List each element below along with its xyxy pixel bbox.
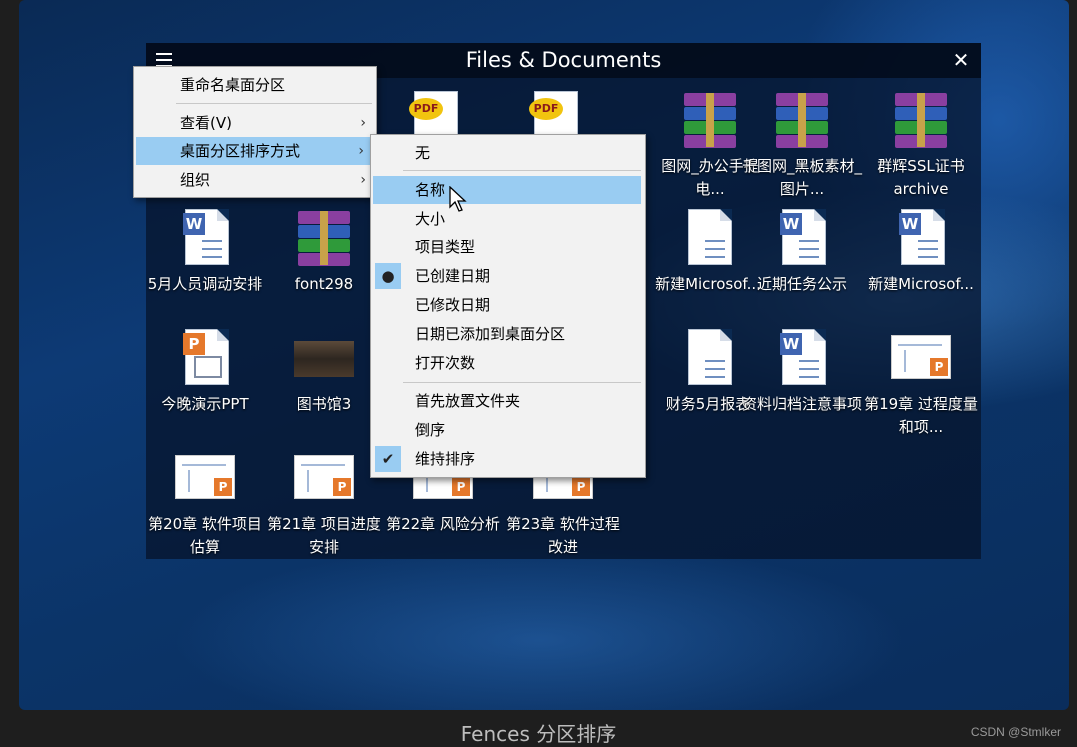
menu-item-label: 项目类型 — [415, 238, 476, 256]
item-label: 第23章 软件过程改进 — [506, 515, 620, 556]
radio-dot-icon: ● — [375, 263, 401, 289]
sort-option-none[interactable]: 无 — [373, 139, 641, 167]
desktop-item[interactable]: W 5月人员调动安排 — [145, 207, 265, 296]
item-label: 群辉SSL证书archive — [877, 157, 965, 198]
desktop-item[interactable]: P 今晚演示PPT — [145, 327, 265, 416]
menu-item-label: 大小 — [415, 210, 446, 228]
image-caption: Fences 分区排序 — [460, 722, 617, 746]
menu-item-organize[interactable]: 组织 › — [136, 166, 374, 194]
menu-separator — [176, 103, 372, 104]
desktop-item[interactable]: 千图网_黑板素材_图片... — [742, 89, 862, 201]
sort-submenu: 无 名称 大小 项目类型 ● 已创建日期 已修改日期 日期已添加到桌面分区 打开次… — [370, 134, 646, 478]
menu-item-label: 已修改日期 — [415, 296, 491, 314]
item-label: 第20章 软件项目估算 — [148, 515, 262, 556]
item-label: font298 — [294, 275, 354, 293]
sort-option-date-created[interactable]: ● 已创建日期 — [373, 262, 641, 290]
menu-item-label: 重命名桌面分区 — [180, 76, 286, 94]
winrar-icon — [294, 207, 354, 267]
sort-option-name[interactable]: 名称 — [373, 176, 641, 204]
menu-item-label: 桌面分区排序方式 — [180, 142, 301, 160]
desktop-wallpaper: Files & Documents ✕ PDF PDF 图网_办公手提电... … — [19, 0, 1069, 710]
desktop-item[interactable]: W 新建Microsof... — [861, 207, 981, 296]
checkmark-icon: ✔ — [375, 446, 401, 472]
word-doc-icon: W — [175, 207, 235, 267]
winrar-icon — [680, 89, 740, 149]
item-label: 资料归档注意事项 — [742, 395, 863, 413]
ppt-thumbnail-icon: P — [294, 447, 354, 507]
sort-option-date-modified[interactable]: 已修改日期 — [373, 291, 641, 319]
desktop-item[interactable]: 图书馆3 — [264, 327, 384, 416]
menu-item-label: 名称 — [415, 181, 446, 199]
item-label: 第19章 过程度量和项... — [864, 395, 978, 436]
item-label: 第21章 项目进度安排 — [267, 515, 381, 556]
menu-item-label: 日期已添加到桌面分区 — [415, 325, 566, 343]
menu-item-label: 首先放置文件夹 — [415, 392, 521, 410]
sort-option-open-count[interactable]: 打开次数 — [373, 349, 641, 377]
word-doc-icon: W — [772, 207, 832, 267]
desktop-item[interactable]: W 资料归档注意事项 — [742, 327, 862, 416]
menu-item-label: 组织 — [180, 171, 211, 189]
item-label: 今晚演示PPT — [161, 395, 249, 413]
ppt-thumbnail-icon: P — [175, 447, 235, 507]
chevron-right-icon: › — [360, 172, 366, 188]
word-doc-icon: W — [772, 327, 832, 387]
winrar-icon — [891, 89, 951, 149]
item-label: 图书馆3 — [296, 395, 352, 413]
sort-option-reverse[interactable]: 倒序 — [373, 416, 641, 444]
menu-item-rename[interactable]: 重命名桌面分区 — [136, 71, 374, 99]
sort-option-date-added[interactable]: 日期已添加到桌面分区 — [373, 320, 641, 348]
menu-item-label: 无 — [415, 144, 431, 162]
item-label: 近期任务公示 — [756, 275, 847, 293]
fence-context-menu: 重命名桌面分区 查看(V) › 桌面分区排序方式 › 组织 › — [133, 66, 377, 198]
menu-item-view[interactable]: 查看(V) › — [136, 109, 374, 137]
chevron-right-icon: › — [358, 143, 364, 159]
desktop-item[interactable]: 群辉SSL证书archive — [861, 89, 981, 201]
sort-option-item-type[interactable]: 项目类型 — [373, 233, 641, 261]
item-label: 千图网_黑板素材_图片... — [742, 157, 863, 198]
mouse-pointer-icon — [449, 186, 467, 212]
menu-item-label: 查看(V) — [180, 114, 232, 132]
item-label: 5月人员调动安排 — [147, 275, 263, 293]
word-doc-icon: W — [891, 207, 951, 267]
sort-option-keep-sorted[interactable]: ✔ 维持排序 — [373, 445, 641, 473]
menu-item-label: 倒序 — [415, 421, 446, 439]
watermark-credit: CSDN @Stmlker — [970, 725, 1061, 739]
sort-option-folders-first[interactable]: 首先放置文件夹 — [373, 387, 641, 415]
desktop-item[interactable]: P 第21章 项目进度安排 — [264, 447, 384, 559]
photo-icon — [294, 327, 354, 387]
winrar-icon — [772, 89, 832, 149]
item-label: 第22章 风险分析 — [386, 515, 500, 533]
desktop-item[interactable]: P 第19章 过程度量和项... — [861, 327, 981, 439]
powerpoint-icon: P — [175, 327, 235, 387]
menu-item-sort-by[interactable]: 桌面分区排序方式 › — [136, 137, 372, 165]
menu-separator — [403, 382, 641, 383]
menu-item-label: 维持排序 — [415, 450, 476, 468]
ppt-thumbnail-icon: P — [891, 327, 951, 387]
sort-option-size[interactable]: 大小 — [373, 205, 641, 233]
menu-item-label: 已创建日期 — [415, 267, 491, 285]
desktop-item[interactable]: font298 — [264, 207, 384, 296]
menu-separator — [403, 170, 641, 171]
desktop-item[interactable]: W 近期任务公示 — [742, 207, 862, 296]
close-icon[interactable]: ✕ — [951, 49, 971, 71]
chevron-right-icon: › — [360, 115, 366, 131]
menu-item-label: 打开次数 — [415, 354, 476, 372]
word-doc-icon — [678, 327, 738, 387]
item-label: 新建Microsof... — [868, 275, 974, 293]
desktop-item[interactable]: P 第20章 软件项目估算 — [145, 447, 265, 559]
word-doc-icon — [678, 207, 738, 267]
